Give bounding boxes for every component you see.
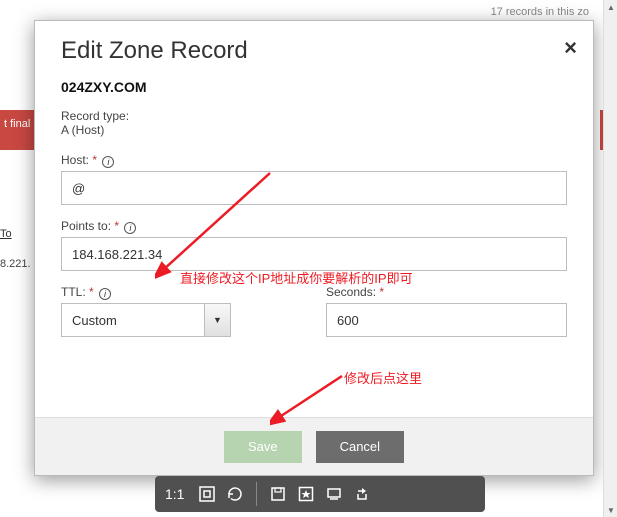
- modal-title: Edit Zone Record: [35, 21, 593, 69]
- host-input[interactable]: [61, 171, 567, 205]
- record-type-label: Record type:: [61, 109, 567, 123]
- edit-zone-record-modal: × Edit Zone Record 024ZXY.COM Record typ…: [34, 20, 594, 476]
- zoom-ratio[interactable]: 1:1: [165, 486, 184, 502]
- bg-ip-fragment: 8.221.: [0, 258, 31, 270]
- vertical-scrollbar[interactable]: ▲ ▼: [603, 0, 617, 517]
- info-icon[interactable]: i: [124, 222, 136, 234]
- ttl-select[interactable]: ▼: [61, 303, 231, 337]
- zone-name: 024ZXY.COM: [61, 79, 567, 95]
- points-to-label: Points to: * i: [61, 219, 567, 233]
- close-button[interactable]: ×: [564, 35, 577, 61]
- record-type-value: A (Host): [61, 123, 567, 137]
- save-button[interactable]: Save: [224, 431, 302, 463]
- scroll-down-icon[interactable]: ▼: [604, 503, 617, 517]
- cancel-button[interactable]: Cancel: [316, 431, 404, 463]
- save-icon[interactable]: [267, 483, 289, 505]
- ttl-label: TTL: * i: [61, 285, 302, 299]
- fit-screen-icon[interactable]: [196, 483, 218, 505]
- scroll-up-icon[interactable]: ▲: [604, 0, 617, 14]
- annotation-ip-instruction: 直接修改这个IP地址成你要解析的IP即可: [180, 268, 413, 287]
- rotate-icon[interactable]: [224, 483, 246, 505]
- records-count-text: 17 records in this zo: [491, 6, 589, 18]
- star-icon[interactable]: [295, 483, 317, 505]
- share-icon[interactable]: [351, 483, 373, 505]
- seconds-input[interactable]: [326, 303, 567, 337]
- modal-footer: Save Cancel: [35, 417, 593, 475]
- seconds-label: Seconds: *: [326, 285, 567, 299]
- toolbar-separator: [256, 482, 257, 506]
- screen-icon[interactable]: [323, 483, 345, 505]
- info-icon[interactable]: i: [102, 156, 114, 168]
- chevron-down-icon[interactable]: ▼: [204, 304, 230, 336]
- viewer-toolbar: 1:1: [155, 476, 485, 512]
- bg-points-to-header: To: [0, 228, 12, 240]
- host-label: Host: * i: [61, 153, 567, 167]
- annotation-save-instruction: 修改后点这里: [344, 368, 422, 387]
- points-to-input[interactable]: [61, 237, 567, 271]
- info-icon[interactable]: i: [99, 288, 111, 300]
